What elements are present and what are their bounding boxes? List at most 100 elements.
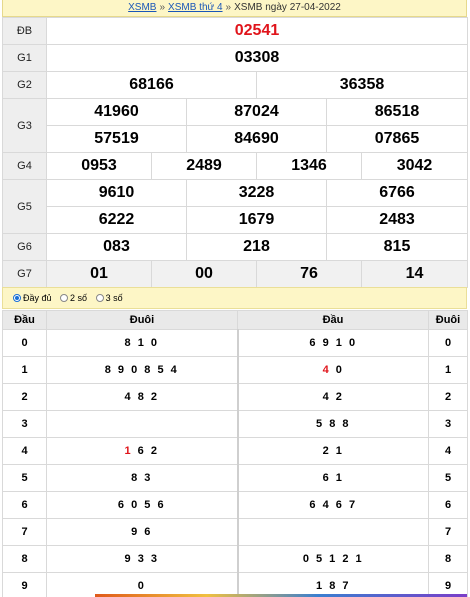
- loto-row: 0 8 1 0 6 9 1 0 0: [2, 329, 468, 357]
- loto-tail-values: 0: [137, 580, 146, 592]
- option-two-digits[interactable]: 2 số: [60, 288, 87, 308]
- prize-value: 07865: [326, 125, 468, 153]
- breadcrumb: XSMB» XSMB thứ 4» XSMB ngày 27-04-2022: [2, 0, 467, 17]
- prize-label: G2: [2, 71, 47, 99]
- loto-tail-values: 6 2: [132, 445, 159, 457]
- loto-head-tail-table: Đầu Đuôi Đầu Đuôi 08 1 06 9 1 0018 9 0 8…: [2, 310, 468, 597]
- prize-value: 6766: [326, 179, 468, 207]
- prize-value: 87024: [186, 98, 327, 126]
- option-full[interactable]: Đầy đủ: [13, 288, 52, 308]
- loto-tail-list: 9 6: [46, 518, 239, 546]
- header-duoi: Đuôi: [46, 310, 238, 330]
- option-three-digits[interactable]: 3 số: [95, 288, 123, 308]
- loto-head-digit: 6: [2, 491, 47, 519]
- loto-tail-digit: 1: [428, 356, 468, 384]
- loto-tail-list: 1 6 2: [46, 437, 239, 465]
- loto-head-digit: 8: [2, 545, 47, 573]
- prize-value: 083: [46, 233, 187, 261]
- loto-tail-list: 9 3 3: [46, 545, 239, 573]
- prize-value: 815: [326, 233, 468, 261]
- loto-head-list: 5 8 8: [237, 410, 429, 438]
- loto-tail-digit: 7: [428, 518, 468, 546]
- prize-label: G5: [2, 179, 47, 234]
- prize-value: 41960: [46, 98, 187, 126]
- loto-tail-digit: 4: [428, 437, 468, 465]
- prize-row-g1: G1 03308: [2, 44, 468, 72]
- prize-value: 01: [46, 260, 152, 288]
- prize-label: G6: [2, 233, 47, 261]
- loto-head-values: 4 2: [322, 391, 344, 403]
- radio-selected-icon[interactable]: [13, 294, 21, 302]
- loto-tail-values: 8 9 0 8 5 4: [104, 364, 179, 376]
- loto-tail-digit: 0: [428, 329, 468, 357]
- loto-head-values: 5 8 8: [316, 418, 351, 430]
- breadcrumb-current: XSMB ngày 27-04-2022: [234, 2, 341, 13]
- prize-row-db: ĐB 02541: [2, 17, 468, 45]
- loto-head-digit: 4: [2, 437, 47, 465]
- loto-head-digit: 2: [2, 383, 47, 411]
- prize-value: 36358: [256, 71, 468, 99]
- loto-tail-list: 8 1 0: [46, 329, 239, 357]
- loto-head-list: 6 9 1 0: [237, 329, 429, 357]
- breadcrumb-separator: »: [159, 2, 166, 13]
- prize-row-g4: G4 0953 2489 1346 3042: [2, 152, 468, 180]
- prize-row-g2: G2 68166 36358: [2, 71, 468, 99]
- header-dau-2: Đầu: [237, 310, 429, 330]
- option-full-label: Đầy đủ: [23, 293, 52, 303]
- prize-value: 9610: [46, 179, 187, 207]
- loto-tail-list: 4 8 2: [46, 383, 239, 411]
- loto-tail-values: 6 0 5 6: [117, 499, 166, 511]
- loto-tail-list: 8 9 0 8 5 4: [46, 356, 239, 384]
- radio-icon[interactable]: [60, 294, 69, 302]
- loto-tail-values: 9 6: [131, 526, 153, 538]
- loto-head-values: 6 9 1 0: [309, 337, 358, 349]
- loto-head-values: 0 5 1 2 1: [302, 553, 364, 565]
- prize-label: ĐB: [2, 17, 47, 45]
- loto-head-digit: 5: [2, 464, 47, 492]
- loto-head-values: 6 1: [322, 472, 344, 484]
- prize-row-g3: G3 41960 87024 86518: [2, 98, 468, 153]
- prize-value: 1679: [186, 206, 327, 234]
- loto-tail-list: [46, 410, 239, 438]
- loto-head-values: 6 4 6 7: [309, 499, 358, 511]
- prize-value: 84690: [186, 125, 327, 153]
- loto-row: 8 9 3 3 0 5 1 2 1 8: [2, 545, 468, 573]
- breadcrumb-weekday-link[interactable]: XSMB thứ 4: [168, 2, 223, 13]
- radio-icon[interactable]: [95, 294, 104, 302]
- prize-label: G3: [2, 98, 47, 153]
- loto-head-digit: 9: [2, 572, 47, 597]
- prize-label: G7: [2, 260, 47, 288]
- prize-value: 0953: [46, 152, 152, 180]
- header-duoi-2: Đuôi: [428, 310, 468, 330]
- loto-row: 3 5 8 8 3: [2, 410, 468, 438]
- prize-value: 1346: [256, 152, 362, 180]
- loto-highlight: 4: [322, 364, 331, 376]
- prize-value: 3042: [361, 152, 468, 180]
- prize-value: 6222: [46, 206, 187, 234]
- loto-highlight: 1: [124, 445, 133, 457]
- option-two-label: 2 số: [70, 293, 88, 303]
- loto-head-list: 4 0: [237, 356, 429, 384]
- prize-value: 57519: [46, 125, 187, 153]
- loto-tail-digit: 8: [428, 545, 468, 573]
- loto-head-digit: 0: [2, 329, 47, 357]
- loto-row: 7 9 6 7: [2, 518, 468, 546]
- loto-head-values: 2 1: [322, 445, 344, 457]
- loto-row: 5 8 3 6 1 5: [2, 464, 468, 492]
- prize-value: 14: [361, 260, 468, 288]
- loto-head-list: 6 4 6 7: [237, 491, 429, 519]
- prize-row-g3-b: 57519 84690 07865: [3, 125, 468, 153]
- loto-tail-digit: 3: [428, 410, 468, 438]
- loto-row: 41 6 22 14: [2, 437, 468, 465]
- prize-row-g5-b: 6222 1679 2483: [3, 206, 468, 234]
- prize-row-g6: G6 083 218 815: [2, 233, 468, 261]
- breadcrumb-home-link[interactable]: XSMB: [128, 2, 156, 13]
- loto-tail-values: 4 8 2: [124, 391, 159, 403]
- loto-tail-list: 6 0 5 6: [46, 491, 239, 519]
- loto-head-values: 0: [330, 364, 344, 376]
- loto-tail-digit: 2: [428, 383, 468, 411]
- loto-tail-values: 9 3 3: [124, 553, 159, 565]
- prize-value: 86518: [326, 98, 468, 126]
- results-table: ĐB 02541 G1 03308 G2 68166 36358 G3 4196…: [2, 17, 468, 288]
- prize-value: 68166: [46, 71, 257, 99]
